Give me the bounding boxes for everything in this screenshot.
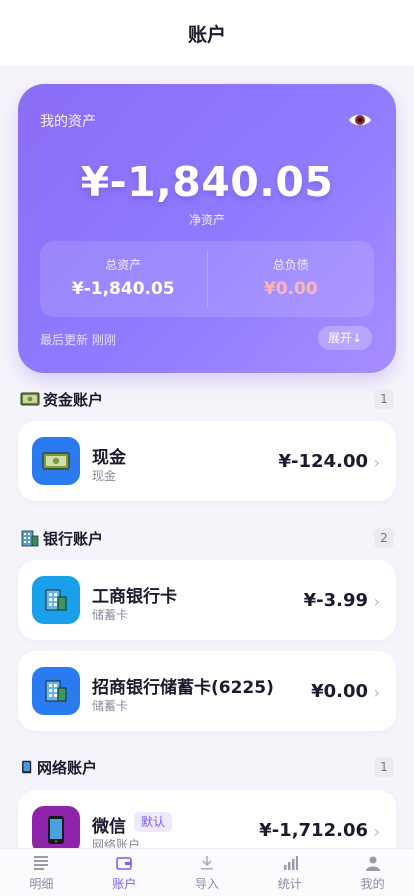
nav-item-profile[interactable]: 我的 (331, 849, 414, 896)
section-count-bank: 2 (374, 528, 394, 548)
account-name: 现金 (92, 448, 126, 468)
default-badge: 默认 (134, 812, 173, 832)
bottom-navigation: 明细 账户 导入 统计 我的 (0, 848, 414, 896)
account-type: 储蓄卡 (92, 699, 129, 713)
phone-icon (32, 806, 80, 848)
section-count-cash: 1 (374, 389, 394, 409)
section-header-bank: 银行账户 2 (20, 526, 394, 550)
bank-icon (32, 576, 80, 624)
net-assets-label: 净资产 (188, 213, 225, 227)
bank-icon (21, 530, 39, 547)
account-card-icbc[interactable]: 工商银行卡 储蓄卡 ¥-3.99 › (18, 560, 396, 640)
bank-icon (32, 667, 80, 715)
nav-label: 我的 (360, 877, 385, 891)
chevron-right-icon: › (373, 683, 380, 702)
cash-icon (20, 392, 40, 406)
total-assets: 总资产 ¥-1,840.05 (40, 251, 208, 307)
account-card-cash[interactable]: 现金 现金 ¥-124.00 › (18, 421, 396, 501)
import-icon (200, 856, 213, 870)
account-balance: ¥0.00 (311, 681, 368, 702)
assets-label: 我的资产 (40, 114, 96, 130)
section-title-bank: 银行账户 (43, 529, 104, 548)
chevron-right-icon: › (373, 592, 380, 611)
nav-item-details[interactable]: 明细 (0, 849, 83, 896)
total-debt-label: 总负债 (272, 258, 309, 272)
account-type: 网络账户 (92, 838, 141, 848)
top-header: 账户 (0, 0, 414, 66)
nav-item-import[interactable]: 导入 (166, 849, 249, 896)
nav-label: 明细 (29, 877, 54, 891)
chevron-right-icon: › (373, 453, 380, 472)
section-header-cash: 资金账户 1 (20, 387, 394, 411)
accounts-content[interactable]: 我的资产 ¥-1,840.05 净资产 总资产 ¥-1,840.05 总负债 ¥… (0, 66, 414, 848)
chevron-right-icon: › (373, 822, 380, 841)
eye-icon[interactable] (348, 111, 372, 129)
nav-label: 导入 (194, 877, 219, 891)
account-card-cmb[interactable]: 招商银行储蓄卡(6225) 储蓄卡 ¥0.00 › (18, 651, 396, 731)
totals-panel: 总资产 ¥-1,840.05 总负债 ¥0.00 (40, 241, 374, 317)
account-balance: ¥-3.99 (303, 590, 368, 611)
account-card-wechat[interactable]: 微信 默认 网络账户 ¥-1,712.06 › (18, 790, 396, 848)
cash-icon (32, 437, 80, 485)
page-title: 账户 (187, 23, 226, 46)
section-title-online: 网络账户 (37, 758, 98, 777)
net-assets-value: ¥-1,840.05 (80, 158, 334, 206)
total-assets-label: 总资产 (105, 258, 142, 272)
account-name: 微信 (92, 817, 126, 837)
list-icon (34, 856, 49, 870)
phone-icon (22, 760, 32, 774)
account-balance: ¥-124.00 (278, 451, 368, 472)
total-debt: 总负债 ¥0.00 (208, 241, 375, 317)
total-assets-value: ¥-1,840.05 (71, 279, 175, 299)
expand-button[interactable]: 展开↓ (317, 326, 372, 350)
user-icon (365, 856, 380, 871)
section-count-online: 1 (374, 757, 394, 777)
section-header-online: 网络账户 1 (20, 755, 394, 779)
account-type: 现金 (92, 469, 117, 483)
total-debt-value: ¥0.00 (263, 279, 318, 299)
account-balance: ¥-1,712.06 (259, 820, 368, 841)
nav-label: 统计 (277, 877, 302, 891)
section-title-cash: 资金账户 (43, 390, 104, 409)
stats-icon (283, 856, 298, 870)
account-name: 招商银行储蓄卡(6225) (92, 678, 274, 698)
account-type: 储蓄卡 (92, 608, 129, 622)
account-name: 工商银行卡 (92, 587, 177, 607)
last-update-text: 最后更新 刚刚 (40, 333, 116, 347)
nav-item-accounts[interactable]: 账户 (83, 849, 166, 896)
nav-label: 账户 (112, 877, 137, 891)
asset-summary-card: 我的资产 ¥-1,840.05 净资产 总资产 ¥-1,840.05 总负债 ¥… (18, 84, 396, 373)
wallet-icon (116, 857, 132, 870)
nav-item-stats[interactable]: 统计 (248, 849, 331, 896)
